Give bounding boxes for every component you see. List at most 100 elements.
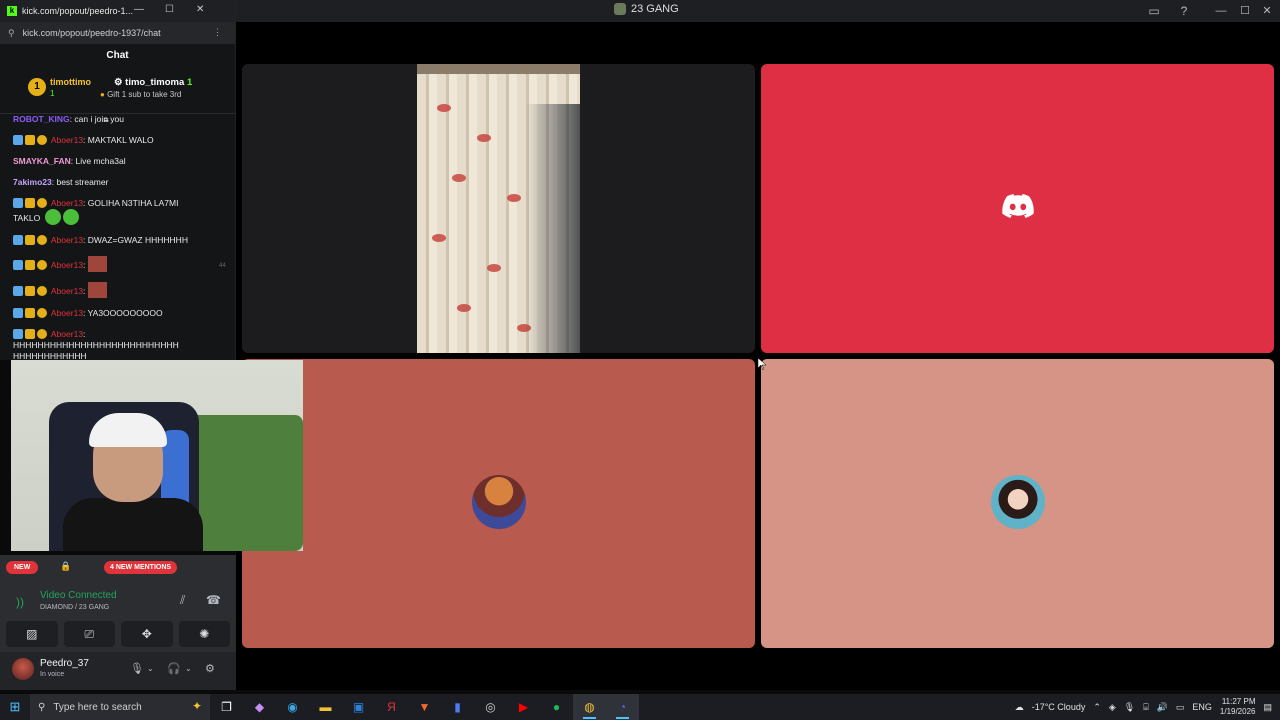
clock[interactable]: 11:27 PM 1/19/2026 bbox=[1220, 697, 1256, 717]
chat-text: : Live mcha3al bbox=[70, 156, 126, 166]
username[interactable]: Peedro_37 bbox=[40, 658, 89, 669]
copilot-icon[interactable]: ◆ bbox=[243, 694, 276, 720]
video-tile-discord[interactable] bbox=[761, 64, 1274, 353]
weather-icon[interactable]: ☁ bbox=[1015, 702, 1024, 713]
chevron-up-icon[interactable]: ⌃ bbox=[1093, 702, 1101, 713]
video-tile-user-1[interactable] bbox=[242, 359, 755, 648]
noise-suppression-icon[interactable]: ⫽ bbox=[180, 593, 185, 608]
chat-username[interactable]: Aboer13 bbox=[51, 198, 83, 208]
address-bar[interactable]: ⚲ kick.com/popout/peedro-1937/chat ⋮ bbox=[0, 22, 235, 44]
new-mentions-badge[interactable]: 4 NEW MENTIONS bbox=[104, 561, 178, 574]
screen-share-button[interactable]: ⎚ bbox=[63, 621, 115, 647]
chat-username[interactable]: ROBOT_KING bbox=[13, 114, 70, 124]
minimize-button[interactable]: — bbox=[134, 4, 144, 15]
brave-icon[interactable]: ▼ bbox=[408, 694, 441, 720]
camera-off-button[interactable]: ▨ bbox=[6, 621, 58, 647]
chat-username[interactable]: Aboer13 bbox=[51, 308, 83, 318]
top-gifter-count: 1 bbox=[50, 89, 55, 98]
crown-badge-icon bbox=[25, 135, 35, 145]
video-tile-camera[interactable] bbox=[242, 64, 755, 353]
notifications-icon[interactable]: ▤ bbox=[1263, 702, 1272, 713]
disconnect-icon[interactable]: ☎ bbox=[206, 593, 221, 607]
weather-text[interactable]: -17°C Cloudy bbox=[1032, 702, 1086, 712]
edge-icon[interactable]: ◉ bbox=[276, 694, 309, 720]
chat-username[interactable]: Aboer13 bbox=[51, 135, 83, 145]
activities-button[interactable]: ✥ bbox=[121, 621, 173, 647]
tray-app-icon[interactable]: ◈ bbox=[1109, 702, 1116, 713]
chat-username[interactable]: Aboer13 bbox=[51, 260, 83, 270]
chat-username[interactable]: 7akimo23 bbox=[13, 177, 52, 187]
spotify-icon[interactable]: ● bbox=[540, 694, 573, 720]
discord-taskbar-icon[interactable]: ◔ bbox=[606, 694, 639, 720]
chevron-down-icon[interactable]: ⌄ bbox=[185, 664, 192, 673]
help-icon[interactable]: ? bbox=[1176, 3, 1192, 19]
microphone-tray-icon[interactable]: 🎙 bbox=[1124, 702, 1135, 713]
badge-icon bbox=[13, 286, 23, 296]
volume-icon[interactable]: 🔊 bbox=[1157, 702, 1168, 713]
server-icon bbox=[614, 3, 626, 15]
settings-gear-icon[interactable]: ⚙ bbox=[205, 662, 215, 675]
inbox-icon[interactable]: ▭ bbox=[1146, 3, 1162, 19]
lock-icon: 🔒 bbox=[60, 561, 72, 571]
gift-prompt[interactable]: ● Gift 1 sub to take 3rd bbox=[100, 90, 181, 99]
voice-channel-name[interactable]: DIAMOND / 23 GANG bbox=[40, 604, 109, 611]
close-button[interactable]: ✕ bbox=[1252, 0, 1280, 22]
chat-text: : DWAZ=GWAZ HHHHHHH bbox=[83, 235, 188, 245]
clock-date: 1/19/2026 bbox=[1219, 707, 1256, 716]
chat-message: Aboer13: MAKTAKL WALO bbox=[13, 135, 205, 146]
outlook-icon[interactable]: ▣ bbox=[342, 694, 375, 720]
video-tile-user-2[interactable] bbox=[761, 359, 1274, 648]
menu-icon[interactable]: ⋮ bbox=[213, 27, 222, 38]
voice-status[interactable]: Video Connected bbox=[40, 590, 117, 601]
chat-username[interactable]: Aboer13 bbox=[51, 235, 83, 245]
chrome-icon[interactable]: ◍ bbox=[573, 694, 606, 720]
taskbar-search[interactable]: ⚲ Type here to search ✦ bbox=[30, 694, 210, 720]
crown-badge-icon bbox=[25, 286, 35, 296]
camera-feed bbox=[417, 64, 580, 353]
crown-badge-icon bbox=[25, 329, 35, 339]
chat-text: : MAKTAKL WALO bbox=[83, 135, 154, 145]
chat-username[interactable]: SMAYKA_FAN bbox=[13, 156, 71, 166]
soundboard-button[interactable]: ✺ bbox=[178, 621, 230, 647]
discord-titlebar: 23 GANG ▭ ? — ☐ ✕ bbox=[236, 0, 1280, 22]
participant-avatar bbox=[472, 475, 526, 529]
microphone-icon[interactable]: 🎙 bbox=[130, 662, 144, 675]
chat-text: : bbox=[83, 260, 86, 270]
chat-username[interactable]: Aboer13 bbox=[51, 329, 83, 339]
maximize-button[interactable]: ☐ bbox=[165, 4, 174, 15]
youtube-icon[interactable]: ▶ bbox=[507, 694, 540, 720]
language-indicator[interactable]: ENG bbox=[1192, 702, 1212, 712]
taskbar: ⊞ ⚲ Type here to search ✦ ❐ ◆ ◉ ▬ ▣ Я ▼ … bbox=[0, 694, 1280, 720]
avatar[interactable] bbox=[12, 658, 34, 680]
sub-badge-icon bbox=[37, 198, 47, 208]
stats-app-icon[interactable]: ▮ bbox=[441, 694, 474, 720]
new-badge[interactable]: NEW bbox=[6, 561, 39, 574]
discord-logo-icon bbox=[1002, 194, 1034, 218]
chat-message: 7akimo23: best streamer bbox=[13, 177, 205, 188]
chat-message: Aboer13: DWAZ=GWAZ HHHHHHH bbox=[13, 235, 205, 246]
chevron-down-icon[interactable]: ⌄ bbox=[147, 664, 154, 673]
streamer-webcam bbox=[11, 360, 303, 551]
signal-icon[interactable]: )) bbox=[16, 595, 24, 609]
windows-start-icon[interactable]: ⊞ bbox=[0, 694, 30, 720]
clock-time: 11:27 PM bbox=[1221, 697, 1256, 706]
second-gifter-name: timo_timoma bbox=[125, 77, 185, 88]
url-text: kick.com/popout/peedro-1937/chat bbox=[22, 28, 161, 38]
second-gifter[interactable]: ⚙ timo_timoma 1 bbox=[114, 77, 192, 88]
close-button[interactable]: ✕ bbox=[196, 4, 204, 15]
network-icon[interactable]: ⌸ bbox=[1143, 702, 1148, 713]
sub-badge-icon bbox=[37, 260, 47, 270]
chat-text: : YA3OOOOOOOOO bbox=[83, 308, 163, 318]
chat-message: ROBOT_KING: can i join you bbox=[13, 114, 205, 125]
top-gifter-name[interactable]: timottimo bbox=[50, 77, 91, 87]
chat-username[interactable]: Aboer13 bbox=[51, 286, 83, 296]
sub-badge-icon bbox=[37, 235, 47, 245]
battery-icon[interactable]: ▭ bbox=[1176, 702, 1185, 713]
kick-favicon-icon: k bbox=[7, 6, 17, 16]
file-explorer-icon[interactable]: ▬ bbox=[309, 694, 342, 720]
yandex-icon[interactable]: Я bbox=[375, 694, 408, 720]
task-view-icon[interactable]: ❐ bbox=[210, 694, 243, 720]
headphones-icon[interactable]: 🎧 bbox=[167, 662, 181, 675]
site-info-icon[interactable]: ⚲ bbox=[8, 28, 15, 39]
obs-icon[interactable]: ◎ bbox=[474, 694, 507, 720]
